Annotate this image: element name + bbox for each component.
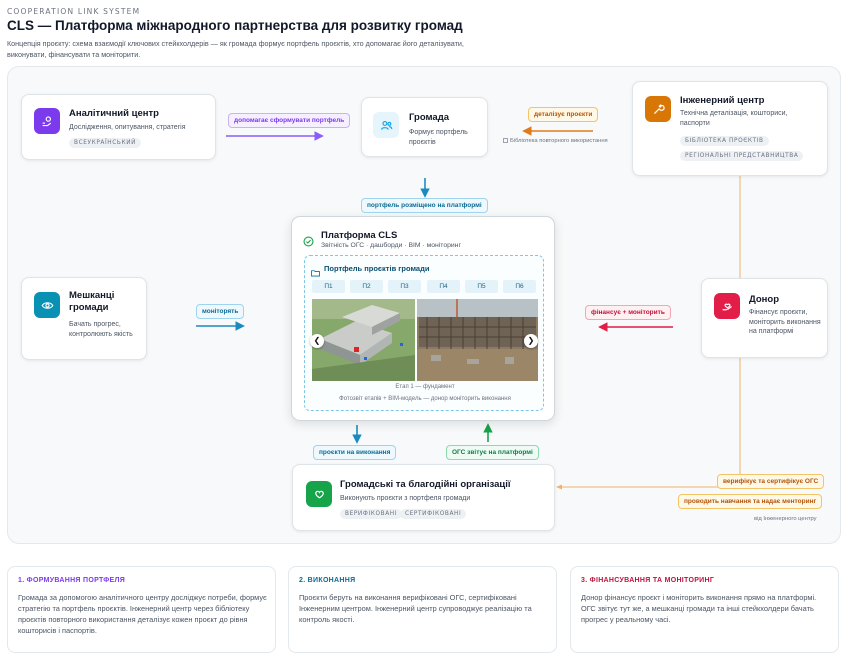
project-tab-4[interactable]: П4 [427, 280, 460, 293]
label-engineering-verify: верифікує та сертифікує ОГС [717, 474, 825, 489]
residents-desc: Бачать прогрес, контролюють якість [69, 321, 133, 338]
community-title: Громада [409, 112, 450, 123]
node-residents[interactable]: Мешканці громади Бачать прогрес, контрол… [21, 277, 147, 360]
analytics-chip: ВСЕУКРАЇНСЬКИЙ [69, 138, 142, 148]
step-card-funding: 3. ФІНАНСУВАННЯ ТА МОНІТОРИНГ Донор фіна… [570, 566, 839, 653]
users-icon [373, 112, 399, 138]
carousel-prev-button[interactable]: ❮ [310, 334, 324, 348]
label-platform-cso: проєкти на виконання [313, 445, 397, 460]
library-note: Бібліотека повторного використання [503, 138, 608, 144]
label-engineering-training: проводить навчання та надає менторинг [678, 494, 823, 509]
node-analytics-center[interactable]: Аналітичний центр Дослідження, опитуванн… [21, 94, 216, 160]
label-platform-residents: моніторять [196, 304, 245, 319]
community-desc: Формує портфель проєктів [409, 129, 468, 146]
node-community[interactable]: Громада Формує портфель проєктів [361, 97, 488, 157]
engineering-chip-regional: РЕГІОНАЛЬНІ ПРЕДСТАВНИЦТВА [680, 151, 804, 161]
label-cso-platform: ОГС звітує на платформі [446, 445, 539, 460]
page-subtitle: Концепція проєкту: схема взаємодії ключо… [7, 39, 464, 59]
library-note-text: Бібліотека повторного використання [510, 138, 608, 144]
engineering-title: Інженерний центр [680, 95, 765, 106]
portfolio-footer: Фотозвіт етапів + BIM-модель — донор мон… [339, 396, 511, 402]
step-2-body: Проєкти беруть на виконання верифіковані… [299, 593, 532, 624]
node-platform[interactable]: Платформа CLS Звітність ОГС · дашборди ·… [291, 216, 555, 421]
brand-label: COOPERATION LINK SYSTEM [7, 7, 141, 16]
wrench-icon [645, 96, 671, 122]
platform-desc: Звітність ОГС · дашборди · BIM · монітор… [321, 242, 461, 249]
book-icon [503, 138, 508, 143]
project-tab-3[interactable]: П3 [388, 280, 421, 293]
gear-hand-icon [34, 108, 60, 134]
step-2-title: 2. ВИКОНАННЯ [299, 577, 356, 584]
bim-render-photo [312, 299, 415, 381]
heart-hand-icon [306, 481, 332, 507]
eye-icon [34, 292, 60, 318]
step-3-title: 3. ФІНАНСУВАННЯ ТА МОНІТОРИНГ [581, 577, 715, 584]
donor-title: Донор [749, 294, 780, 305]
node-engineering-center[interactable]: Інженерний центр Технічна деталізація, к… [632, 81, 828, 176]
photo-caption: Етап 1 — фундамент [395, 384, 455, 390]
step-card-execution: 2. ВИКОНАННЯ Проєкти беруть на виконання… [288, 566, 557, 653]
residents-title: Мешканці громади [69, 290, 115, 313]
label-analytics-community: допомагає сформувати портфель [228, 113, 351, 128]
project-tab-5[interactable]: П5 [465, 280, 498, 293]
step-1-body: Громада за допомогою аналітичного центру… [18, 593, 267, 635]
analytics-title: Аналітичний центр [69, 108, 159, 119]
step-1-title: 1. ФОРМУВАННЯ ПОРТФЕЛЯ [18, 577, 126, 584]
portfolio-title: Портфель проєктів громади [324, 264, 430, 273]
node-civil-society-orgs[interactable]: Громадські та благодійні організації Вик… [292, 464, 555, 531]
node-donor[interactable]: Донор Фінансує проєкти, моніторить викон… [701, 278, 828, 358]
construction-photo [417, 299, 538, 381]
cso-chip-certified: СЕРТИФІКОВАНІ [400, 509, 467, 519]
analytics-desc: Дослідження, опитування, стратегія [69, 124, 186, 131]
platform-title: Платформа CLS [321, 230, 398, 241]
portfolio-panel: Портфель проєктів громади П1 П2 П3 П4 П5… [304, 255, 544, 411]
engineering-chip-library: БІБЛІОТЕКА ПРОЄКТІВ [680, 136, 769, 146]
engineering-source-note: від Інженерного центру [754, 516, 817, 522]
cso-desc: Виконують проєкти з портфеля громади [340, 495, 471, 502]
engineering-desc: Технічна деталізація, кошториси, паспорт… [680, 110, 788, 127]
cso-chip-verified: ВЕРИФІКОВАНІ [340, 509, 403, 519]
label-engineering-community: деталізує проєкти [528, 107, 599, 122]
step-3-body: Донор фінансує проєкт і моніторить викон… [581, 593, 817, 624]
project-tab-6[interactable]: П6 [503, 280, 536, 293]
label-community-platform: портфель розміщено на платформі [361, 198, 488, 213]
step-card-portfolio: 1. ФОРМУВАННЯ ПОРТФЕЛЯ Громада за допомо… [7, 566, 276, 653]
page-title: CLS — Платформа міжнародного партнерства… [7, 18, 463, 33]
project-tab-2[interactable]: П2 [350, 280, 383, 293]
cso-title: Громадські та благодійні організації [340, 479, 511, 490]
check-circle-icon [303, 234, 314, 252]
carousel-next-button[interactable]: ❯ [524, 334, 538, 348]
donate-icon [714, 293, 740, 319]
project-tab-1[interactable]: П1 [312, 280, 345, 293]
label-donor-platform: фінансує + моніторить [585, 305, 671, 320]
donor-desc: Фінансує проєкти, моніторить виконання н… [749, 309, 821, 335]
